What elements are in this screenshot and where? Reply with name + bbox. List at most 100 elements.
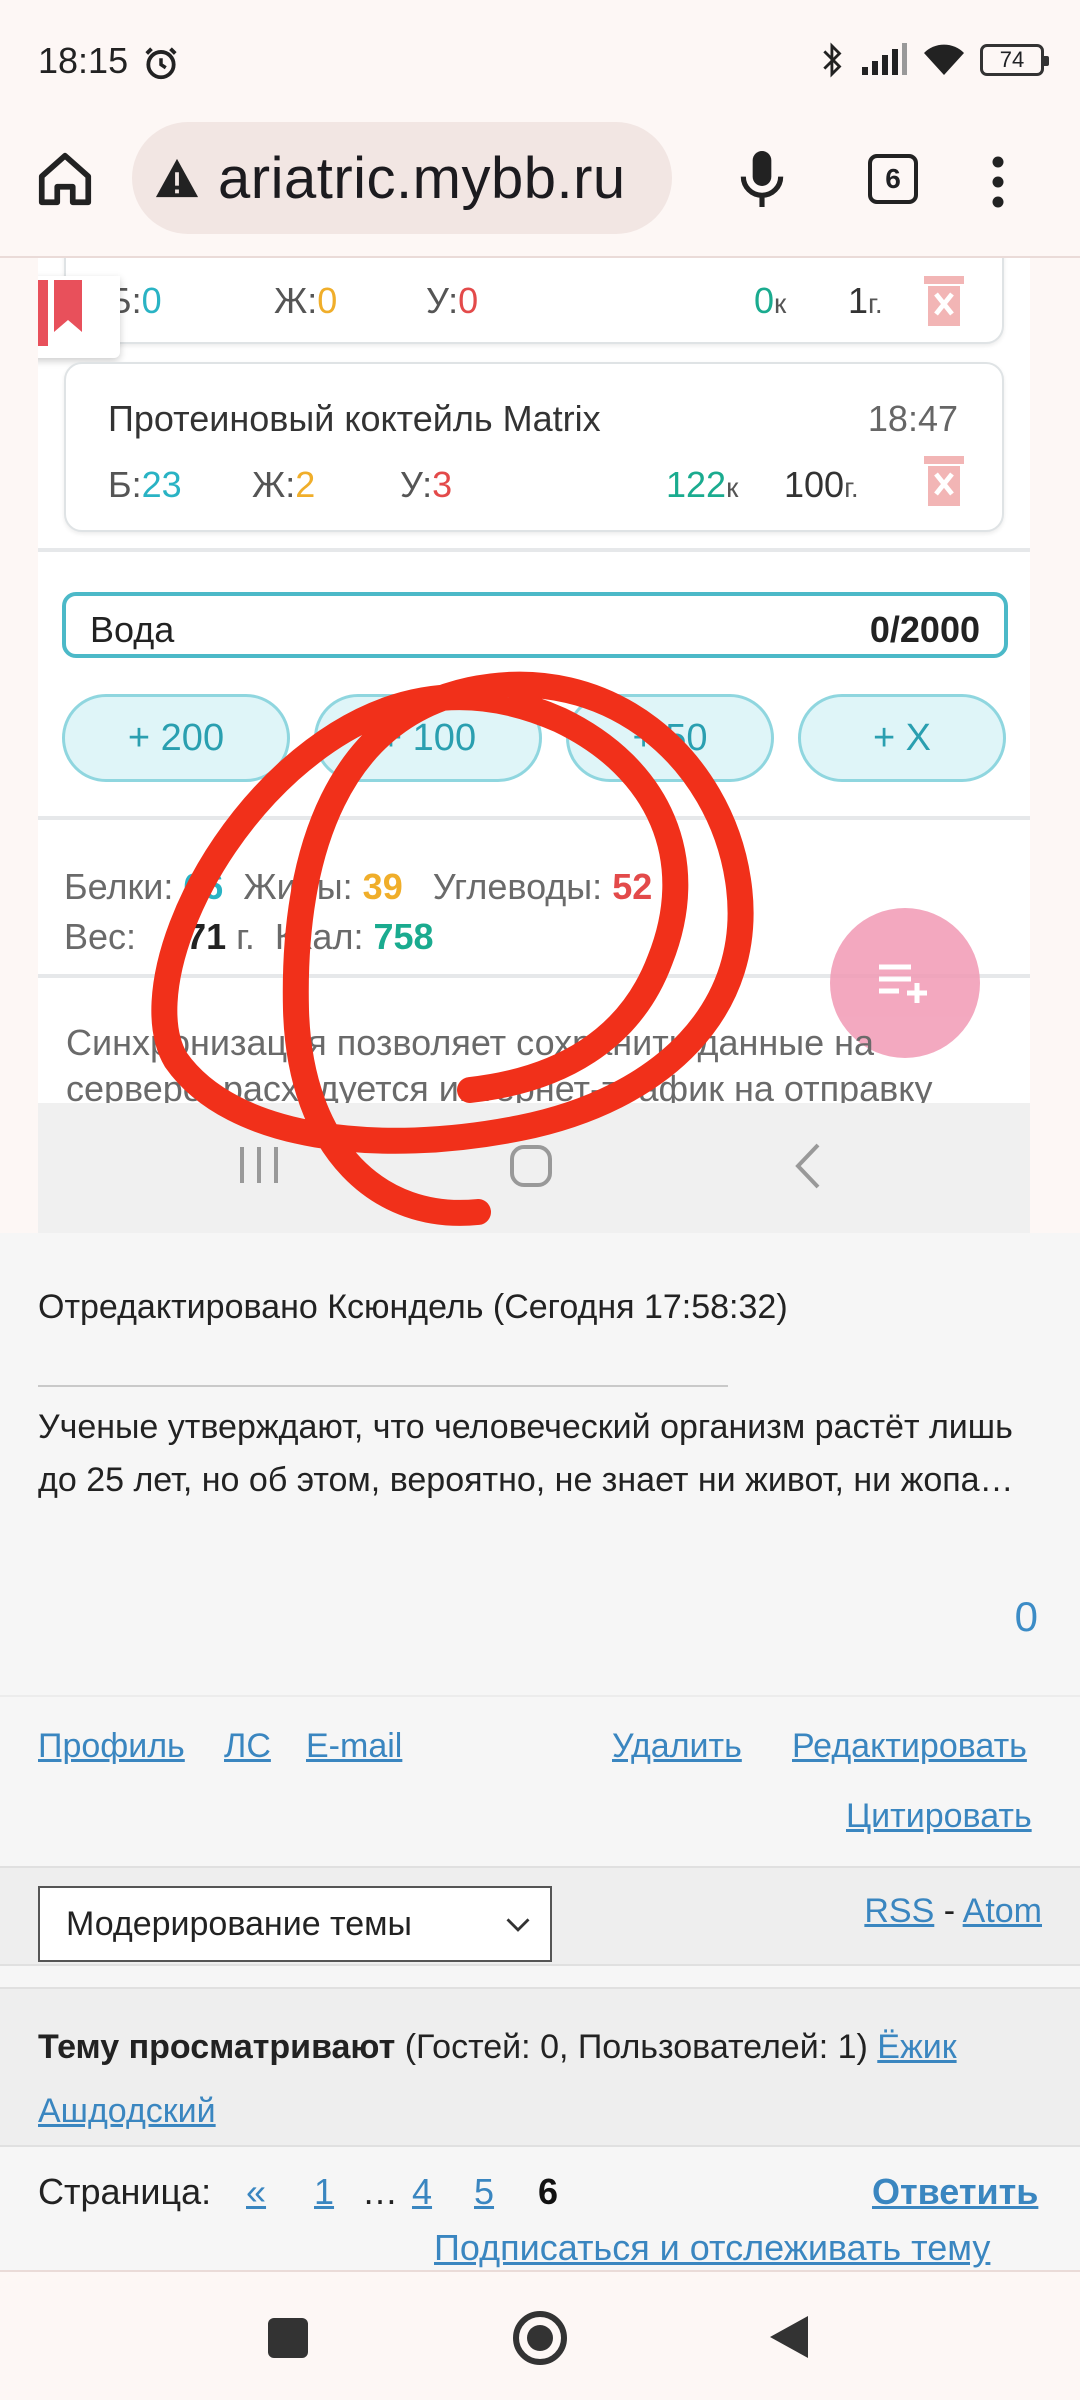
- status-time: 18:15: [38, 40, 129, 81]
- post-actions: Профиль ЛС E-mail Удалить Редактировать …: [0, 1695, 1080, 1835]
- carbs-value: 3: [432, 464, 453, 505]
- carbs-label: У:: [426, 280, 459, 321]
- protein-label: Б:: [108, 464, 142, 505]
- current-page: 6: [538, 2171, 559, 2212]
- total-weight-unit: г.: [236, 916, 255, 957]
- fat-value: 2: [295, 464, 316, 505]
- total-protein-label: Белки:: [64, 866, 174, 907]
- weight-value: 100: [784, 464, 845, 505]
- alarm-icon: [145, 47, 177, 80]
- viewers-text: Тему просматривают (Гостей: 0, Пользоват…: [38, 2015, 1048, 2143]
- total-weight-label: Вес:: [64, 916, 137, 957]
- entry-time: 18:47: [867, 398, 958, 439]
- browser-toolbar: ariatric.mybb.ru 6: [0, 120, 1080, 258]
- kcal-value: 122: [666, 464, 727, 505]
- total-kcal-value: 758: [373, 916, 434, 957]
- delete-link[interactable]: Удалить: [612, 1727, 742, 1766]
- kcal-unit: к: [726, 472, 739, 503]
- food-entry-card: Б:0 Ж:0 У:0 0к 1г.: [64, 258, 1004, 344]
- entry-carbs: У:3: [400, 464, 452, 506]
- viewers-counts: (Гостей: 0, Пользователей: 1): [404, 2028, 868, 2066]
- page-link-4[interactable]: 4: [412, 2171, 432, 2213]
- post-signature: Ученые утверждают, что человеческий орга…: [38, 1408, 1014, 1499]
- water-value: 0/2000: [869, 609, 980, 650]
- home-icon[interactable]: [34, 148, 96, 210]
- feed-separator: -: [943, 1892, 956, 1930]
- total-kcal-label: Ккал:: [274, 916, 364, 957]
- totals-macros: Белки: 66 Жиры: 39 Углеводы: 52: [64, 866, 652, 908]
- page-ellipsis: …: [362, 2171, 398, 2212]
- fat-value: 0: [317, 280, 338, 321]
- edited-note: Отредактировано Ксюндель (Сегодня 17:58:…: [38, 1288, 788, 1326]
- moderation-select[interactable]: Модерирование темы: [38, 1886, 552, 1962]
- moderation-select-value: Модерирование темы: [66, 1904, 412, 1943]
- rss-link[interactable]: RSS: [864, 1892, 934, 1930]
- bookmark-icon: [38, 280, 82, 346]
- entry-kcal: 122к: [666, 464, 738, 506]
- protein-value: 23: [141, 464, 182, 505]
- url-text[interactable]: ariatric.mybb.ru: [218, 145, 626, 212]
- sync-description: Синхронизация позволяет сохранить данные…: [66, 1022, 933, 1109]
- fat-label: Ж:: [274, 280, 318, 321]
- divider: [38, 548, 1030, 552]
- feed-links: RSS - Atom: [864, 1892, 1042, 1931]
- like-counter[interactable]: 0: [1015, 1593, 1038, 1641]
- screenshot-nav-bar: [38, 1103, 1030, 1233]
- bluetooth-icon: [823, 42, 842, 78]
- protein-value: 0: [141, 280, 162, 321]
- edit-link[interactable]: Редактировать: [792, 1727, 1027, 1766]
- weight-unit: г.: [844, 472, 859, 503]
- address-bar[interactable]: ariatric.mybb.ru: [132, 122, 672, 234]
- entry-fat: Ж:2: [252, 464, 315, 506]
- kcal-unit: к: [774, 288, 787, 319]
- pm-link[interactable]: ЛС: [224, 1727, 271, 1766]
- home-button-icon[interactable]: [510, 2308, 570, 2368]
- home-nav-icon: [510, 1145, 552, 1187]
- entry-weight: 100г.: [784, 464, 859, 506]
- more-menu-icon[interactable]: [990, 154, 1006, 210]
- water-add-custom-button: + X: [798, 694, 1006, 782]
- food-entry-card: Протеиновый коктейль Matrix 18:47 Б:23 Ж…: [64, 362, 1004, 532]
- water-tracker: Вода 0/2000: [62, 592, 1008, 658]
- carbs-value: 0: [458, 280, 479, 321]
- fat-label: Ж:: [252, 464, 296, 505]
- divider: [38, 816, 1030, 820]
- subscribe-link[interactable]: Подписаться и отслеживать тему: [434, 2227, 990, 2269]
- prev-page-link[interactable]: «: [246, 2171, 266, 2213]
- kcal-value: 0: [754, 280, 775, 321]
- totals-weight-kcal: Вес: 471 г. Ккал: 758: [64, 916, 434, 958]
- page-link-5[interactable]: 5: [474, 2171, 494, 2213]
- entry-protein: Б:23: [108, 464, 182, 506]
- page-link-1[interactable]: 1: [314, 2171, 334, 2213]
- microphone-icon[interactable]: [734, 146, 790, 212]
- atom-link[interactable]: Atom: [963, 1892, 1042, 1930]
- recents-button-icon[interactable]: [266, 2316, 310, 2360]
- pagination: Страница: « 1 … 4 5 6 Ответить Подписать…: [0, 2147, 1080, 2270]
- viewers-label: Тему просматривают: [38, 2028, 396, 2066]
- status-bar: 18:15 74: [0, 0, 1080, 120]
- bookmark-button[interactable]: [38, 276, 120, 358]
- quote-link[interactable]: Цитировать: [846, 1797, 1032, 1836]
- water-add-50-button: + 50: [566, 694, 774, 782]
- total-fat-label: Жиры:: [243, 866, 353, 907]
- profile-link[interactable]: Профиль: [38, 1727, 185, 1766]
- back-button-icon[interactable]: [766, 2312, 812, 2362]
- total-protein-value: 66: [183, 866, 224, 907]
- email-link[interactable]: E-mail: [306, 1727, 402, 1766]
- trash-icon[interactable]: [922, 272, 966, 328]
- warning-icon[interactable]: [154, 155, 200, 201]
- post-image-screenshot: Б:0 Ж:0 У:0 0к 1г. Протеиновый коктейль …: [38, 258, 1030, 1233]
- water-label: Вода: [90, 609, 175, 650]
- reply-link[interactable]: Ответить: [872, 2171, 1038, 2213]
- battery-level: 74: [999, 47, 1025, 72]
- entry-name: Протеиновый коктейль Matrix: [108, 398, 601, 439]
- tab-switcher-button[interactable]: 6: [868, 154, 918, 204]
- trash-icon[interactable]: [922, 452, 966, 508]
- entry-weight: 1г.: [848, 280, 883, 322]
- recents-icon: [240, 1147, 278, 1183]
- total-carbs-value: 52: [612, 866, 653, 907]
- battery-indicator: 74: [980, 44, 1049, 76]
- signature-divider: [38, 1385, 728, 1387]
- weight-unit: г.: [868, 288, 883, 319]
- wifi-icon: [924, 44, 964, 75]
